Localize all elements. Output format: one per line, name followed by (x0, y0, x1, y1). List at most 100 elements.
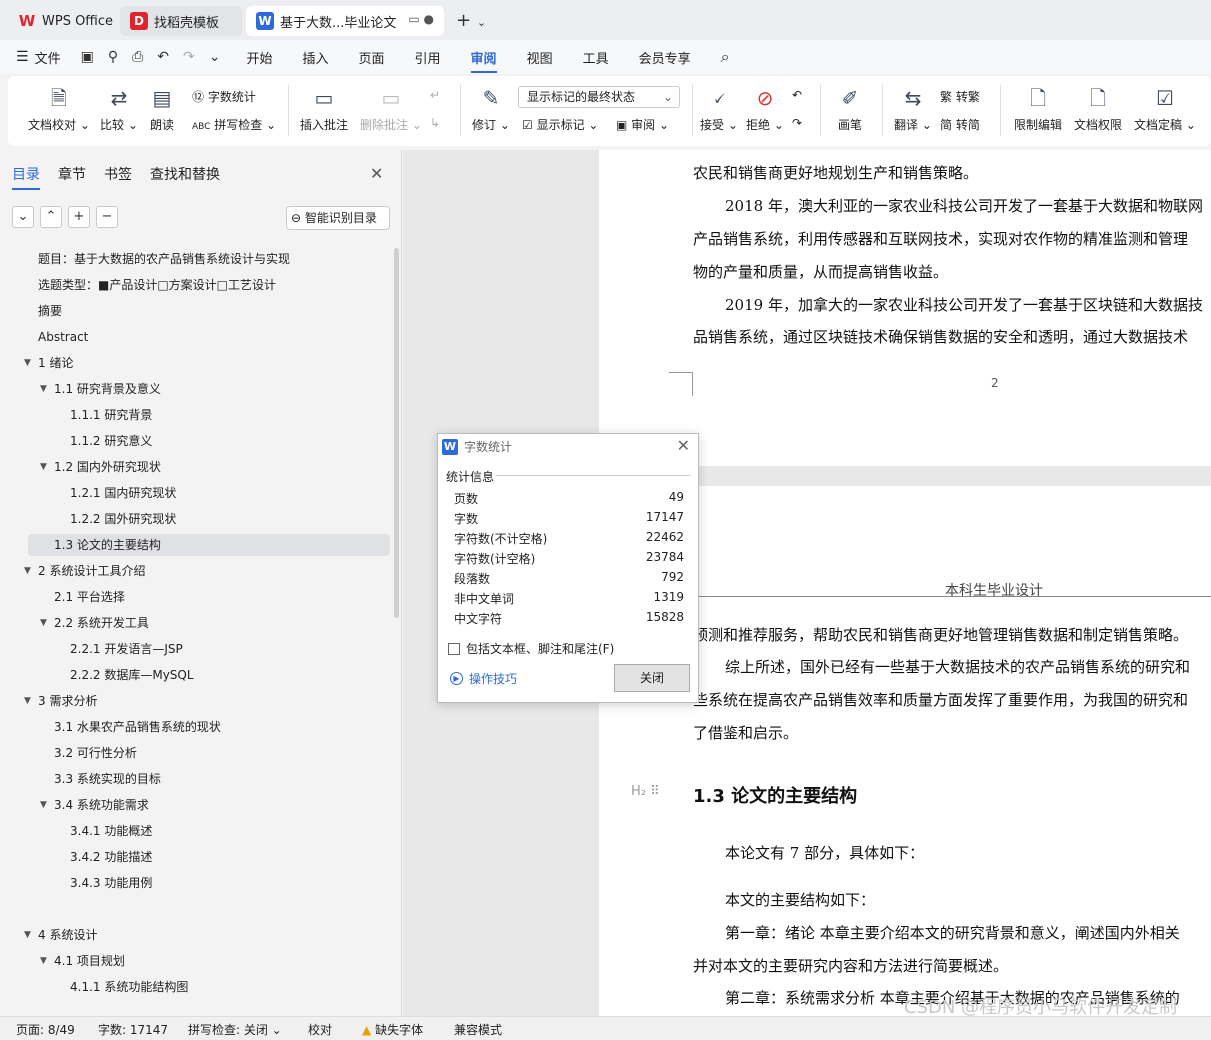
toc-scrollbar[interactable] (394, 248, 399, 618)
toc-item[interactable]: ▼ 1 绪论 (24, 352, 73, 374)
toggle-expanded-icon[interactable]: ▼ (24, 352, 31, 374)
tab-toc[interactable]: 目录 (12, 164, 40, 190)
toggle-expanded-icon[interactable]: ▼ (24, 924, 31, 946)
checkbox-icon[interactable] (448, 642, 460, 655)
tab-chapters[interactable]: 章节 (58, 164, 86, 184)
finalize-button[interactable]: ☑ 文档定稿 ⌄ (1134, 84, 1196, 133)
menu-review[interactable]: 审阅 (470, 48, 497, 73)
reject-button[interactable]: ⊘ 拒绝 ⌄ (746, 84, 784, 133)
word-count-button[interactable]: ⑫ 字数统计 (192, 88, 256, 105)
toggle-expanded-icon[interactable]: ▼ (40, 794, 47, 816)
search-icon[interactable]: ⌕ (721, 47, 730, 67)
toc-item[interactable]: 3.4.1 功能概述 (70, 820, 152, 842)
ink-button[interactable]: ✐ 画笔 (838, 84, 862, 133)
close-button[interactable]: 关闭 (614, 664, 690, 692)
next-comment-icon[interactable]: ↳ (430, 116, 440, 130)
tips-link[interactable]: ▶ 操作技巧 (450, 670, 517, 687)
toc-item[interactable]: ▼ 1.1 研究背景及意义 (40, 378, 161, 400)
toggle-expanded-icon[interactable]: ▼ (40, 950, 47, 972)
insert-comment-button[interactable]: ▭ 插入批注 (300, 84, 348, 133)
toc-item[interactable]: ▼ 3.4 系统功能需求 (40, 794, 149, 816)
menu-tools[interactable]: 工具 (583, 48, 609, 67)
tab-template[interactable]: D 找稻壳模板 (120, 6, 242, 36)
show-markup-button[interactable]: ☑ 显示标记 ⌄ (522, 116, 598, 133)
toc-item[interactable]: ▼ 2 系统设计工具介绍 (24, 560, 145, 582)
toc-item[interactable]: 2.2.2 数据库—MySQL (70, 664, 194, 686)
menu-member[interactable]: 会员专享 (639, 48, 691, 67)
toc-item[interactable]: 3.4.3 功能用例 (70, 872, 152, 894)
compare-button[interactable]: ⇄ 比较 ⌄ (100, 84, 138, 133)
revision-button[interactable]: ✎ 修订 ⌄ (472, 84, 510, 133)
toc-item[interactable]: 1.2.2 国外研究现状 (70, 508, 176, 530)
to-simplified-button[interactable]: 简 转简 (940, 116, 980, 133)
toc-item[interactable]: 2.2.1 开发语言—JSP (70, 638, 183, 660)
review-pane-button[interactable]: ▣ 审阅 ⌄ (616, 116, 669, 133)
file-menu[interactable]: 文件 (35, 48, 61, 67)
heading-drag-handle-icon[interactable]: H₂ ⠿ (631, 784, 660, 799)
toc-item[interactable]: 题目：基于大数据的农产品销售系统设计与实现 (38, 248, 290, 270)
toc-item-selected[interactable]: 1.3 论文的主要结构 (28, 534, 390, 556)
add-heading-icon[interactable]: + (68, 206, 90, 228)
accept-button[interactable]: 🗸 接受 ⌄ (700, 84, 738, 133)
toggle-expanded-icon[interactable]: ▼ (40, 378, 47, 400)
toc-item[interactable]: 3.3 系统实现的目标 (54, 768, 161, 790)
new-tab-button[interactable]: + ⌄ (456, 10, 486, 31)
document-page[interactable]: 农民和销售商更好地规划生产和销售策略。 2018 年，澳大利亚的一家农业科技公司… (599, 150, 1211, 466)
restrict-edit-button[interactable]: 🗋 限制编辑 (1014, 84, 1062, 133)
section-heading[interactable]: 1.3 论文的主要结构 (693, 782, 857, 808)
menu-page[interactable]: 页面 (359, 48, 385, 67)
tab-bookmarks[interactable]: 书签 (104, 164, 132, 184)
toc-item[interactable]: 2.1 平台选择 (54, 586, 125, 608)
toc-item[interactable]: ▼ 3 需求分析 (24, 690, 97, 712)
tab-wps-office[interactable]: W WPS Office (8, 6, 116, 36)
toc-item[interactable]: 3.1 水果农产品销售系统的现状 (54, 716, 221, 738)
collapse-up-icon[interactable]: ⌃ (40, 206, 62, 228)
tab-status-icon[interactable]: ▭ ● (408, 12, 434, 26)
menu-insert[interactable]: 插入 (303, 48, 329, 67)
toc-item[interactable]: 选题类型：■产品设计□方案设计□工艺设计 (38, 274, 276, 296)
tab-document[interactable]: W 基于大数...毕业论文 ▭ ● (246, 6, 444, 36)
toc-item[interactable]: ▼ 4.1 项目规划 (40, 950, 125, 972)
missing-font-status[interactable]: ▲ 缺失字体 (362, 1021, 423, 1038)
menu-reference[interactable]: 引用 (415, 48, 441, 67)
toc-item[interactable]: Abstract (38, 326, 88, 348)
toc-item[interactable]: 3.4.2 功能描述 (70, 846, 152, 868)
expand-down-icon[interactable]: ⌄ (12, 206, 34, 228)
toggle-expanded-icon[interactable]: ▼ (24, 690, 31, 712)
toc-item[interactable]: ▼ 4 系统设计 (24, 924, 97, 946)
toc-item[interactable]: 摘要 (38, 300, 62, 322)
spell-check-button[interactable]: ABC 拼写检查 ⌄ (192, 116, 276, 133)
page-indicator[interactable]: 页面: 8/49 (16, 1021, 75, 1038)
toc-item[interactable]: 3.2 可行性分析 (54, 742, 137, 764)
toc-item[interactable]: 1.1.1 研究背景 (70, 404, 152, 426)
toggle-expanded-icon[interactable]: ▼ (40, 456, 47, 478)
toc-item[interactable]: ▼ 1.2 国内外研究现状 (40, 456, 161, 478)
toc-item[interactable]: 1.1.2 研究意义 (70, 430, 152, 452)
remove-heading-icon[interactable]: − (96, 206, 118, 228)
close-icon[interactable]: ✕ (677, 436, 690, 455)
smart-toc-button[interactable]: ⊖ 智能识别目录 (286, 206, 390, 230)
read-aloud-button[interactable]: ▤ 朗读 (150, 84, 174, 133)
chevron-down-icon[interactable]: ⌄ (477, 16, 486, 29)
print-preview-icon[interactable]: ⎙ (132, 49, 143, 65)
spell-check-status[interactable]: 拼写检查: 关闭 ⌄ (188, 1021, 282, 1038)
proofread-status[interactable]: 校对 (308, 1021, 332, 1038)
toc-item[interactable]: ▼ 2.2 系统开发工具 (40, 612, 149, 634)
menu-view[interactable]: 视图 (527, 48, 553, 67)
menu-icon[interactable]: ☰ (16, 49, 29, 65)
toggle-expanded-icon[interactable]: ▼ (24, 560, 31, 582)
previous-comment-icon[interactable]: ↵ (430, 88, 440, 102)
save-icon[interactable]: ▣ (81, 49, 94, 65)
quick-access-more-icon[interactable]: ⌄ (209, 49, 221, 65)
toggle-expanded-icon[interactable]: ▼ (40, 612, 47, 634)
dialog-title-bar[interactable]: W 字数统计 (442, 438, 512, 455)
previous-change-icon[interactable]: ↶ (792, 88, 802, 102)
tab-find-replace[interactable]: 查找和替换 (150, 164, 220, 184)
include-textbox-checkbox[interactable]: 包括文本框、脚注和尾注(F) (448, 640, 614, 657)
redo-icon[interactable]: ↷ (183, 49, 195, 65)
to-traditional-button[interactable]: 繁 转繁 (940, 88, 980, 105)
word-count-indicator[interactable]: 字数: 17147 (98, 1021, 168, 1038)
next-change-icon[interactable]: ↷ (792, 116, 802, 130)
close-icon[interactable]: ✕ (370, 164, 383, 183)
translate-button[interactable]: ⇆ 翻译 ⌄ (894, 84, 932, 133)
